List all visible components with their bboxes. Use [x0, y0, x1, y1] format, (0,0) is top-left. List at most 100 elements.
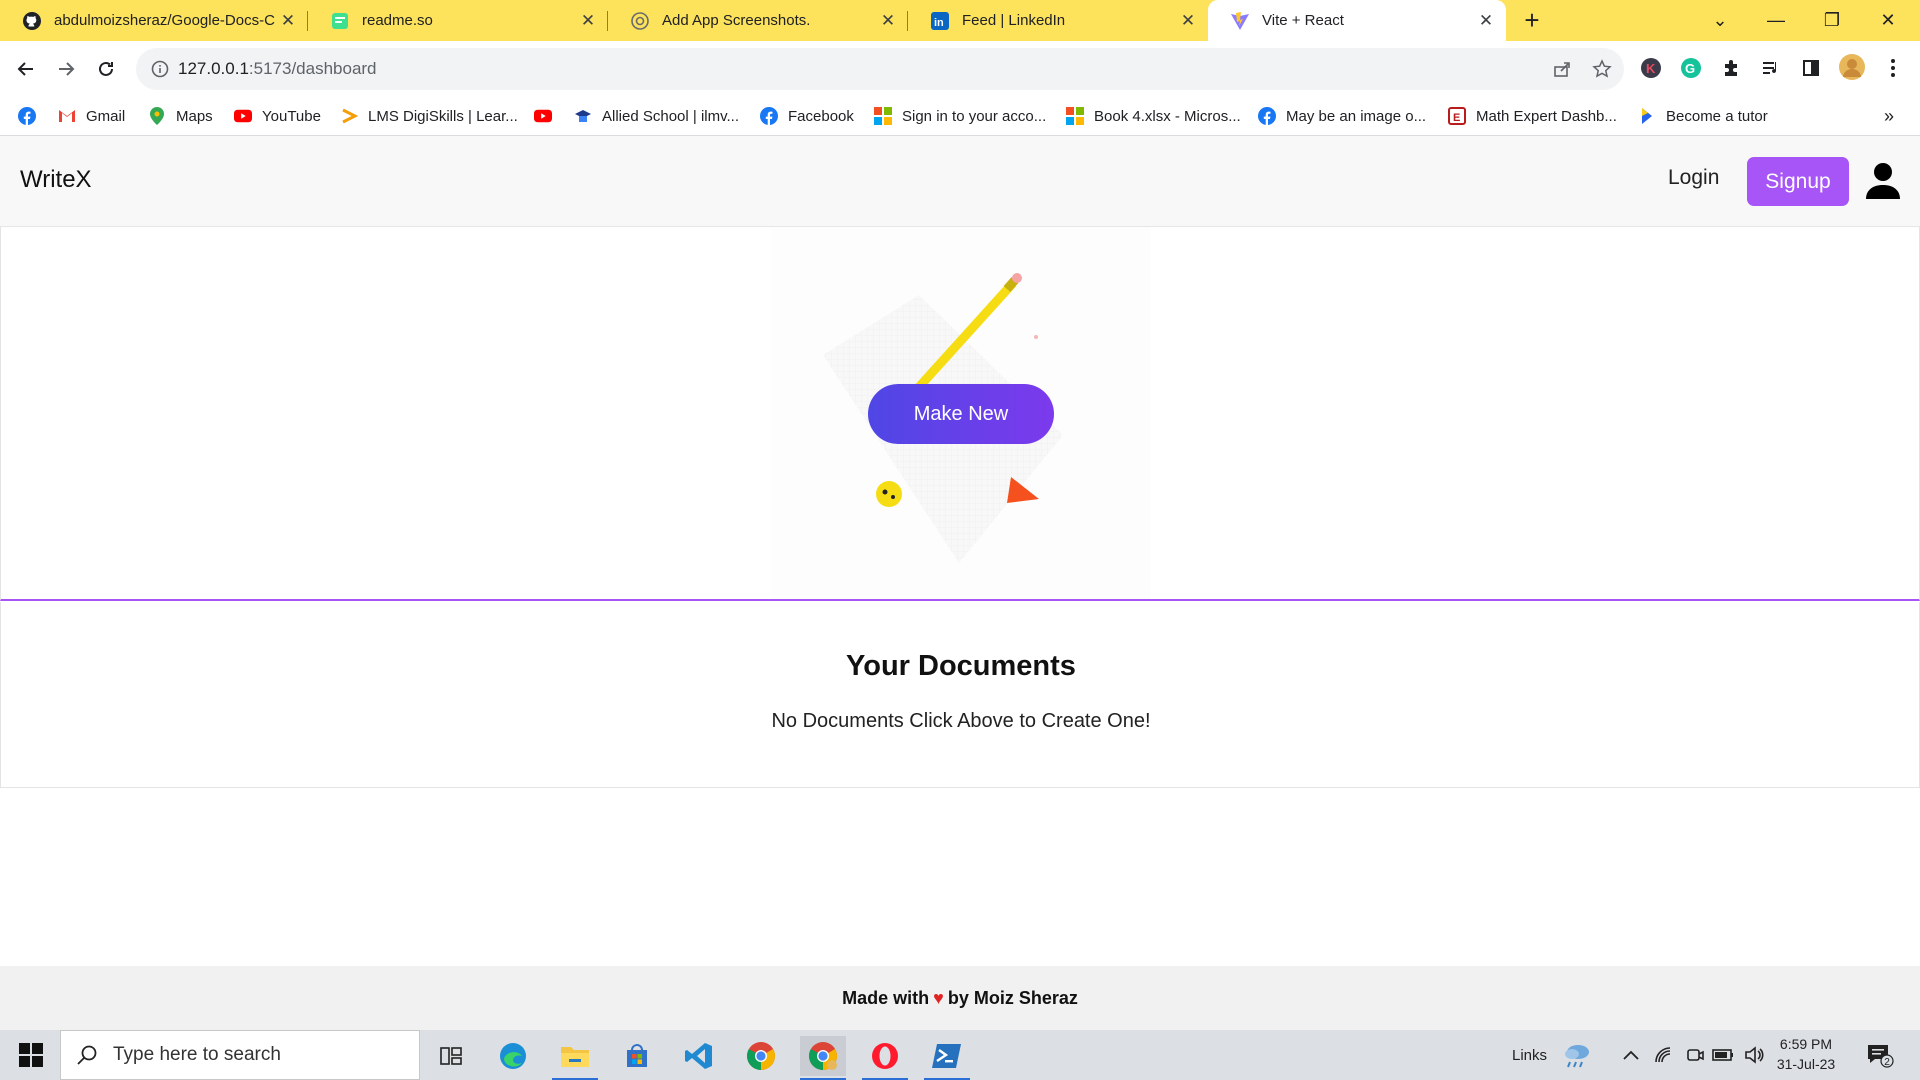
svg-text:K: K [1646, 61, 1656, 76]
windows-taskbar: Type here to search Links 6:59 PM 31-Jul… [0, 1030, 1920, 1080]
share-icon[interactable] [1552, 59, 1572, 79]
notifications-icon[interactable]: 2 [1866, 1030, 1894, 1080]
bookmark-maps[interactable]: Maps [148, 97, 213, 135]
create-section: Make New [0, 227, 1920, 601]
back-icon[interactable] [10, 53, 42, 85]
edge-icon[interactable] [490, 1036, 536, 1076]
login-link[interactable]: Login [1668, 166, 1719, 190]
school-icon [574, 107, 592, 125]
facebook-icon [760, 107, 778, 125]
weather-icon[interactable] [1562, 1030, 1592, 1080]
wifi-icon[interactable] [1654, 1030, 1672, 1080]
bookmark-become-tutor[interactable]: Become a tutor [1638, 97, 1768, 135]
tutor-icon [1638, 107, 1656, 125]
facebook-icon [18, 107, 36, 125]
media-control-icon[interactable] [1758, 55, 1784, 81]
bookmark-label: Gmail [86, 107, 126, 125]
tab-github[interactable]: abdulmoizsheraz/Google-Docs-C ✕ [0, 0, 308, 41]
tab-linkedin[interactable]: in Feed | LinkedIn ✕ [908, 0, 1208, 41]
site-info-icon[interactable] [150, 59, 170, 79]
close-tab-icon[interactable]: ✕ [1476, 11, 1496, 31]
file-explorer-icon[interactable] [552, 1036, 598, 1080]
chrome-profile-2-icon[interactable] [800, 1036, 846, 1080]
bookmarks-bar: Gmail Maps YouTube LMS DigiSkills | Lear… [0, 97, 1920, 136]
profile-avatar[interactable] [1838, 53, 1866, 81]
bookmark-microsoft-signin[interactable]: Sign in to your acco... [874, 97, 1046, 135]
meet-now-icon[interactable] [1686, 1030, 1704, 1080]
forward-icon[interactable] [50, 53, 82, 85]
address-bar[interactable]: 127.0.0.1:5173/dashboard [136, 48, 1624, 90]
bookmark-star-icon[interactable] [1592, 59, 1612, 79]
opera-icon[interactable] [862, 1036, 908, 1080]
bookmark-youtube-2[interactable] [534, 97, 562, 135]
windows-start-icon[interactable] [10, 1040, 52, 1070]
close-tab-icon[interactable]: ✕ [578, 11, 598, 31]
gmail-icon [58, 107, 76, 125]
more-bookmarks-button[interactable]: » [1884, 97, 1894, 135]
tab-title: readme.so [362, 12, 433, 29]
tab-strip: abdulmoizsheraz/Google-Docs-C ✕ readme.s… [0, 0, 1920, 41]
make-new-button[interactable]: Make New [868, 384, 1054, 444]
svg-text:2: 2 [1884, 1057, 1890, 1068]
powershell-icon[interactable] [924, 1036, 970, 1080]
user-account-icon[interactable] [1866, 163, 1900, 199]
bookmark-label: Allied School | ilmv... [602, 107, 739, 125]
math-icon: E [1448, 107, 1466, 125]
signup-button[interactable]: Signup [1747, 157, 1849, 206]
readme-icon [330, 11, 350, 31]
task-view-icon[interactable] [428, 1036, 474, 1076]
battery-icon[interactable] [1712, 1030, 1734, 1080]
close-window-button[interactable]: ✕ [1860, 0, 1916, 41]
grammarly-icon[interactable]: G [1678, 55, 1704, 81]
taskbar-search-input[interactable]: Type here to search [60, 1030, 420, 1080]
bookmark-label: Facebook [788, 107, 854, 125]
side-panel-icon[interactable] [1798, 55, 1824, 81]
profile-k-icon[interactable]: K [1638, 55, 1664, 81]
brand-logo[interactable]: WriteX [20, 166, 92, 194]
bookmark-digiskills[interactable]: LMS DigiSkills | Lear... [340, 97, 518, 135]
vscode-icon[interactable] [676, 1036, 722, 1076]
chrome-icon[interactable] [738, 1036, 784, 1076]
tab-title: Add App Screenshots. [662, 12, 811, 29]
tab-title: Vite + React [1262, 12, 1344, 29]
more-menu-icon[interactable] [1880, 55, 1906, 81]
tab-title: abdulmoizsheraz/Google-Docs-C [54, 12, 275, 29]
bookmark-label: Math Expert Dashb... [1476, 107, 1617, 125]
bookmark-label: Become a tutor [1666, 107, 1768, 125]
bookmark-facebook-2[interactable]: Facebook [760, 97, 854, 135]
new-tab-button[interactable]: + [1518, 4, 1546, 36]
bookmark-math-expert[interactable]: E Math Expert Dashb... [1448, 97, 1617, 135]
microsoft-icon [1066, 107, 1084, 125]
app-navbar: WriteX Login Signup [0, 136, 1920, 227]
microsoft-icon [874, 107, 892, 125]
url-text: 127.0.0.1:5173/dashboard [178, 59, 377, 79]
tab-search-icon[interactable]: ⌄ [1692, 0, 1748, 41]
clock-date: 31-Jul-23 [1776, 1056, 1836, 1072]
reload-icon[interactable] [90, 53, 122, 85]
bookmark-allied-school[interactable]: Allied School | ilmv... [574, 97, 739, 135]
bookmark-gmail[interactable]: Gmail [58, 97, 125, 135]
github-icon [22, 11, 42, 31]
bookmark-label: Book 4.xlsx - Micros... [1094, 107, 1241, 125]
volume-icon[interactable] [1744, 1030, 1764, 1080]
tab-vite-active[interactable]: Vite + React ✕ [1208, 0, 1506, 41]
close-tab-icon[interactable]: ✕ [278, 11, 298, 31]
bookmark-facebook-image[interactable]: May be an image o... [1258, 97, 1426, 135]
tab-readme[interactable]: readme.so ✕ [308, 0, 608, 41]
close-tab-icon[interactable]: ✕ [878, 11, 898, 31]
minimize-button[interactable]: — [1748, 0, 1804, 41]
bookmark-excel-book[interactable]: Book 4.xlsx - Micros... [1066, 97, 1241, 135]
documents-section: Your Documents No Documents Click Above … [0, 602, 1920, 788]
close-tab-icon[interactable]: ✕ [1178, 11, 1198, 31]
svg-text:G: G [1685, 61, 1695, 76]
taskbar-clock[interactable]: 6:59 PM 31-Jul-23 [1774, 1034, 1838, 1074]
restore-button[interactable]: ❐ [1804, 0, 1860, 41]
bookmark-facebook[interactable] [18, 97, 46, 135]
bookmark-youtube[interactable]: YouTube [234, 97, 321, 135]
microsoft-store-icon[interactable] [614, 1036, 660, 1076]
tab-chatgpt[interactable]: Add App Screenshots. ✕ [608, 0, 908, 41]
vite-icon [1230, 11, 1250, 31]
links-toolbar[interactable]: Links [1512, 1030, 1547, 1080]
show-hidden-icons-icon[interactable] [1622, 1030, 1640, 1080]
extensions-puzzle-icon[interactable] [1718, 55, 1744, 81]
